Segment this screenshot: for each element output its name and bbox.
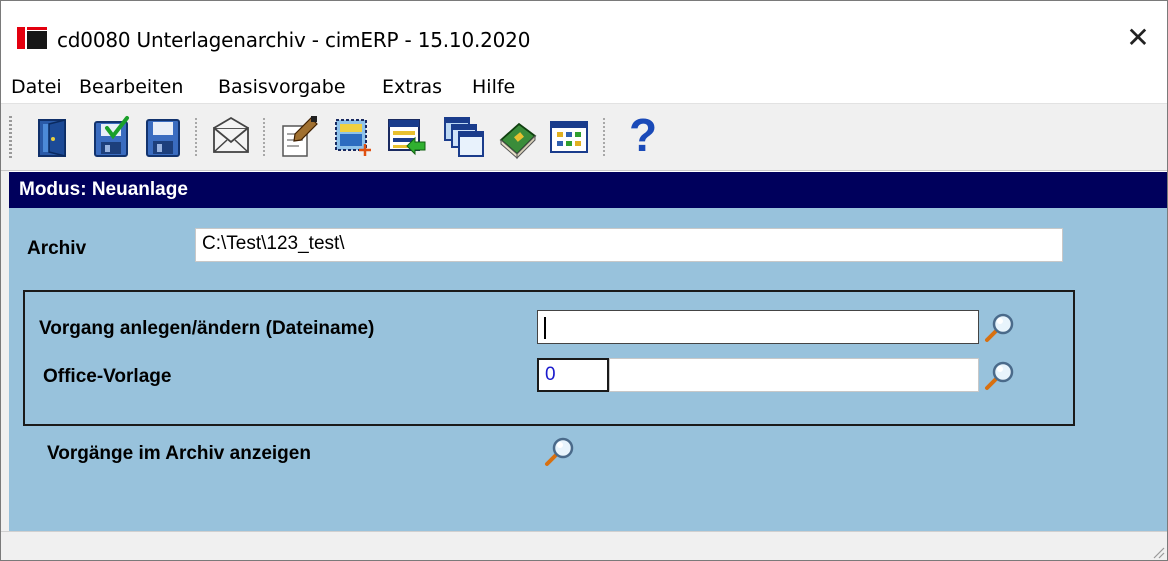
text-cursor (544, 317, 546, 339)
resize-grip-icon[interactable] (1149, 543, 1165, 559)
windows-stack-icon[interactable] (441, 114, 485, 160)
menu-bearbeiten[interactable]: Bearbeiten (79, 76, 183, 98)
vorgang-label: Vorgang anlegen/ändern (Dateiname) (39, 318, 375, 339)
app-logo-icon (17, 27, 47, 49)
menu-hilfe[interactable]: Hilfe (472, 76, 515, 98)
help-icon[interactable]: ? (621, 110, 665, 160)
show-archive-search-icon[interactable] (541, 434, 577, 470)
menu-bar: Datei Bearbeiten Basisvorgabe Extras Hil… (1, 67, 1167, 103)
vorgang-group: Vorgang anlegen/ändern (Dateiname) Offic… (23, 290, 1075, 426)
mode-bar: Modus: Neuanlage (9, 172, 1167, 208)
toolbar: ? (1, 103, 1167, 171)
show-archive-label: Vorgänge im Archiv anzeigen (47, 443, 311, 464)
vorgang-search-icon[interactable] (981, 310, 1017, 346)
save-icon[interactable] (141, 114, 185, 160)
menu-datei[interactable]: Datei (11, 76, 62, 98)
window: cd0080 Unterlagenarchiv - cimERP - 15.10… (0, 0, 1168, 561)
archiv-field[interactable]: C:\Test\123_test\ (195, 228, 1063, 262)
help-glyph: ? (629, 109, 658, 161)
toolbar-separator (195, 118, 197, 158)
archiv-label: Archiv (27, 238, 87, 259)
list-transfer-icon[interactable] (385, 114, 429, 160)
mode-label: Modus: Neuanlage (19, 179, 188, 200)
book-icon[interactable] (495, 114, 539, 160)
select-add-icon[interactable] (331, 114, 375, 160)
main-panel: Archiv C:\Test\123_test\ Vorgang anlegen… (9, 208, 1167, 531)
office-search-icon[interactable] (981, 358, 1017, 394)
grid-table-icon[interactable] (547, 114, 591, 160)
toolbar-separator (263, 118, 265, 158)
menu-extras[interactable]: Extras (382, 76, 442, 98)
window-title: cd0080 Unterlagenarchiv - cimERP - 15.10… (57, 28, 531, 52)
status-bar (1, 531, 1167, 560)
toolbar-separator (603, 118, 605, 158)
close-icon[interactable]: ✕ (1123, 23, 1153, 53)
toolbar-grip (9, 116, 12, 160)
office-code-input[interactable]: 0 (537, 358, 609, 392)
vorgang-input[interactable] (537, 310, 979, 344)
office-name-field (609, 358, 979, 392)
mail-icon[interactable] (209, 114, 253, 160)
left-strip (1, 171, 9, 533)
title-bar: cd0080 Unterlagenarchiv - cimERP - 15.10… (1, 1, 1167, 67)
office-label: Office-Vorlage (43, 366, 172, 387)
save-check-icon[interactable] (89, 114, 133, 160)
menu-basisvorgabe[interactable]: Basisvorgabe (218, 76, 346, 98)
exit-door-icon[interactable] (31, 114, 75, 160)
edit-document-icon[interactable] (277, 114, 321, 160)
